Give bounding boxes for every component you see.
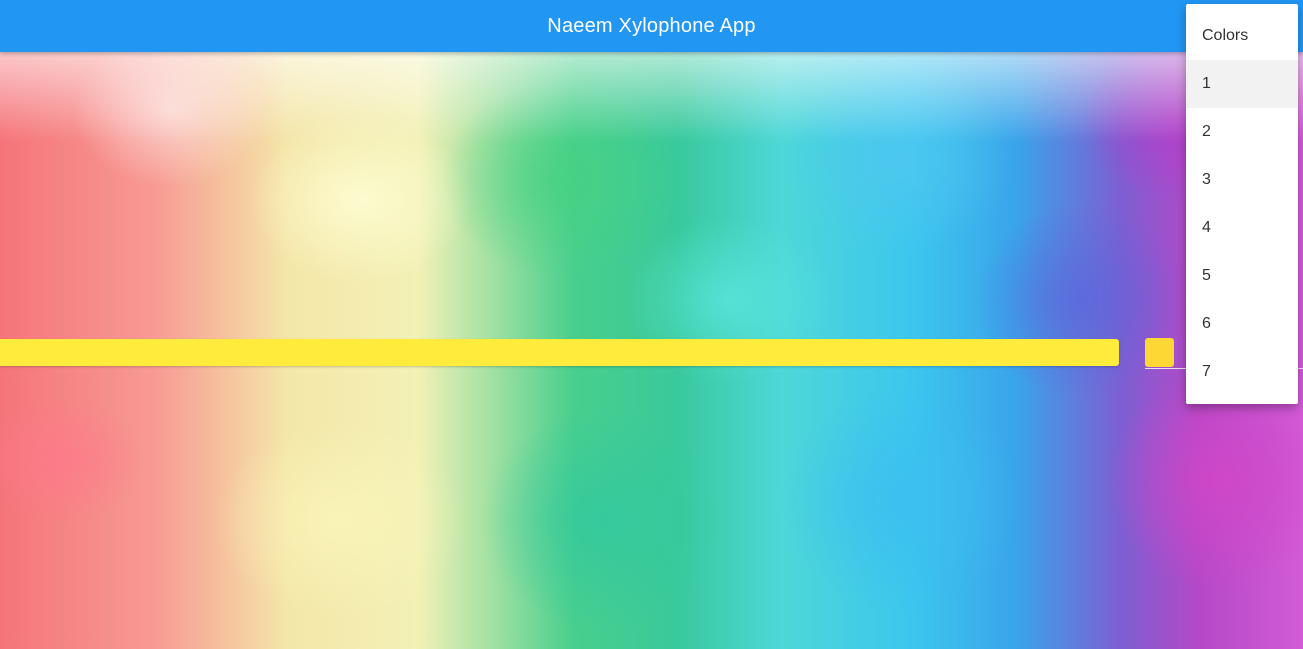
- menu-item-1[interactable]: 1: [1186, 60, 1298, 108]
- app-bar: Naeem Xylophone App: [0, 0, 1303, 52]
- menu-item-5[interactable]: 5: [1186, 252, 1298, 300]
- menu-item-2[interactable]: 2: [1186, 108, 1298, 156]
- menu-item-7[interactable]: 7: [1186, 348, 1298, 396]
- xylophone-key-bar[interactable]: [0, 339, 1119, 366]
- menu-item-4[interactable]: 4: [1186, 204, 1298, 252]
- app-title: Naeem Xylophone App: [547, 15, 756, 37]
- colors-dropdown-menu: Colors 1 2 3 4 5 6 7: [1186, 4, 1298, 404]
- app-root: Naeem Xylophone App Colors 1 2 3 4 5 6 7: [0, 0, 1303, 649]
- background-haze: [0, 52, 1303, 142]
- menu-item-6[interactable]: 6: [1186, 300, 1298, 348]
- menu-header-colors[interactable]: Colors: [1186, 12, 1298, 60]
- menu-item-3[interactable]: 3: [1186, 156, 1298, 204]
- color-dropdown-swatch[interactable]: [1145, 338, 1174, 367]
